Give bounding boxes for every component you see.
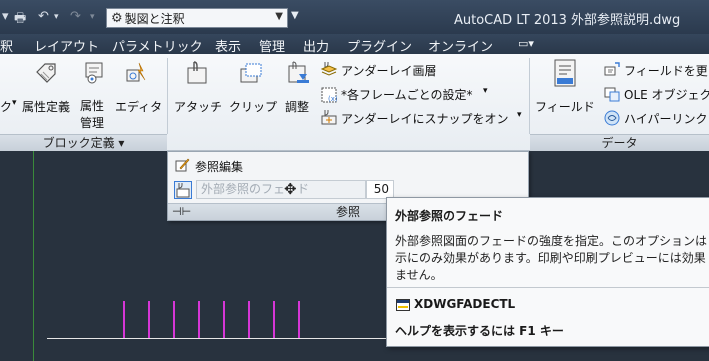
tab-parametric[interactable]: パラメトリック [112, 36, 203, 55]
block-definition-panel-title[interactable]: ブロック定義 ▾ [0, 134, 167, 151]
define-attribute-button[interactable]: 属性定義 [22, 98, 70, 115]
edit-reference-icon [175, 158, 190, 172]
drawing-line [273, 301, 275, 339]
print-icon[interactable]: 🖶 [14, 9, 26, 31]
field-button[interactable]: フィールド [535, 98, 595, 115]
reference-panel-title-label: 参照 [335, 205, 360, 219]
manage-attributes-button[interactable]: 属性 管理 [80, 98, 104, 132]
tooltip-description-line: 外部参照図面のフェードの強度を指定。このオプションは [395, 234, 708, 248]
tooltip-description-line: 示にのみ効果があります。印刷や印刷プレビューには効果 [395, 251, 706, 265]
define-attribute-icon [36, 63, 56, 83]
drawing-line [223, 301, 225, 339]
redo-icon[interactable]: ↷ [70, 9, 81, 24]
tab-view[interactable]: 表示 [215, 36, 241, 55]
tab-layout[interactable]: レイアウト [34, 36, 99, 55]
hyperlink-icon [604, 110, 620, 126]
chevron-down-icon: ▾ [12, 98, 17, 108]
edit-reference-button[interactable]: 参照編集 [195, 158, 243, 175]
chevron-down-icon: ▼ [275, 11, 283, 22]
tab-manage[interactable]: 管理 [259, 36, 285, 55]
ole-object-icon [604, 87, 620, 102]
adjust-icon [288, 61, 309, 83]
data-panel-title[interactable]: データ [530, 134, 709, 151]
attach-icon [187, 61, 207, 84]
frames-icon: (x) [321, 87, 338, 103]
undo-dropdown-icon[interactable]: ▾ [54, 12, 59, 22]
drawing-line [123, 301, 125, 339]
tooltip-description-line: ません。 [395, 268, 443, 282]
pin-icon[interactable]: ⊣⊢ [172, 204, 191, 220]
tab-output[interactable]: 出力 [303, 36, 329, 55]
drawing-line [198, 301, 200, 339]
drawing-line [298, 301, 300, 339]
underlay-layers-button[interactable]: アンダーレイ画層 [341, 62, 437, 79]
adjust-button[interactable]: 調整 [285, 98, 309, 115]
drawing-line [173, 301, 175, 339]
redo-dropdown-icon[interactable]: ▾ [90, 12, 95, 22]
clip-icon [240, 63, 262, 83]
ole-object-button[interactable]: OLE オブジェク [624, 86, 709, 103]
underlay-layers-icon [320, 62, 338, 76]
chevron-down-icon: ▾ [483, 86, 488, 96]
field-icon [554, 59, 576, 87]
frames-setting-dropdown[interactable]: *各フレームごとの設定* [341, 86, 473, 103]
tooltip-help-hint: ヘルプを表示するには F1 キー [395, 324, 564, 338]
xref-fade-icon [174, 181, 192, 199]
customize-dropdown-icon[interactable]: ▼ [291, 10, 299, 21]
ribbon-tabs: 釈 レイアウト パラメトリック 表示 管理 出力 プラグイン オンライン ▭▾ [0, 34, 709, 55]
svg-text:(x): (x) [328, 95, 338, 103]
manage-attributes-icon [85, 62, 103, 84]
app-title: AutoCAD LT 2013 外部参照説明.dwg [454, 13, 681, 28]
xref-fade-slider[interactable]: 外部参照のフェード [196, 180, 366, 199]
panel-separator [529, 58, 530, 134]
workspace-label: 製図と注釈 [124, 11, 185, 26]
block-panel-clipped-label: ク [0, 100, 13, 114]
command-line-icon [396, 299, 410, 311]
chevron-down-icon: ▾ [517, 110, 522, 120]
tab-online[interactable]: オンライン [428, 36, 493, 55]
drawing-line [148, 301, 150, 339]
gear-icon: ⚙ [111, 10, 123, 26]
clip-button[interactable]: クリップ [229, 98, 277, 115]
tooltip: 外部参照のフェード 外部参照図面のフェードの強度を指定。このオプションは 示にの… [386, 197, 709, 347]
underlay-snap-dropdown[interactable]: アンダーレイにスナップをオン [341, 110, 509, 127]
block-editor-icon [126, 62, 146, 82]
resize-cursor-icon: ✥ [284, 180, 297, 198]
drawing-baseline [47, 338, 387, 339]
ribbon: ク ▾ 属性定義 属性 管理 エディタ ブロック定義 ▾ アタッチ クリップ 調… [0, 54, 709, 151]
tooltip-divider [387, 287, 709, 288]
snap-icon [321, 110, 337, 125]
update-fields-icon [604, 62, 620, 76]
attach-button[interactable]: アタッチ [174, 98, 222, 115]
y-axis-line [33, 151, 34, 361]
block-editor-button[interactable]: エディタ [115, 98, 162, 115]
tooltip-title: 外部参照のフェード [395, 209, 504, 223]
dropdown-arrow-icon[interactable]: ▾ [2, 9, 9, 24]
drawing-line [248, 301, 250, 339]
update-fields-button[interactable]: フィールドを更 [624, 62, 708, 79]
panel-separator [167, 58, 168, 134]
tab-options-icon[interactable]: ▭▾ [518, 37, 534, 50]
workspace-combo[interactable]: ⚙ 製図と注釈 ▼ [106, 8, 288, 28]
undo-icon[interactable]: ↶ [38, 9, 49, 24]
hyperlink-button[interactable]: ハイパーリンク [624, 110, 708, 127]
tab-annotate[interactable]: 釈 [0, 36, 13, 55]
title-bar: ▾ 🖶 ↶ ▾ ↷ ▾ ⚙ 製図と注釈 ▼ ▼ AutoCAD LT 2013 … [0, 0, 709, 34]
tooltip-command-name: XDWGFADECTL [414, 297, 516, 311]
tab-plugins[interactable]: プラグイン [347, 36, 412, 55]
